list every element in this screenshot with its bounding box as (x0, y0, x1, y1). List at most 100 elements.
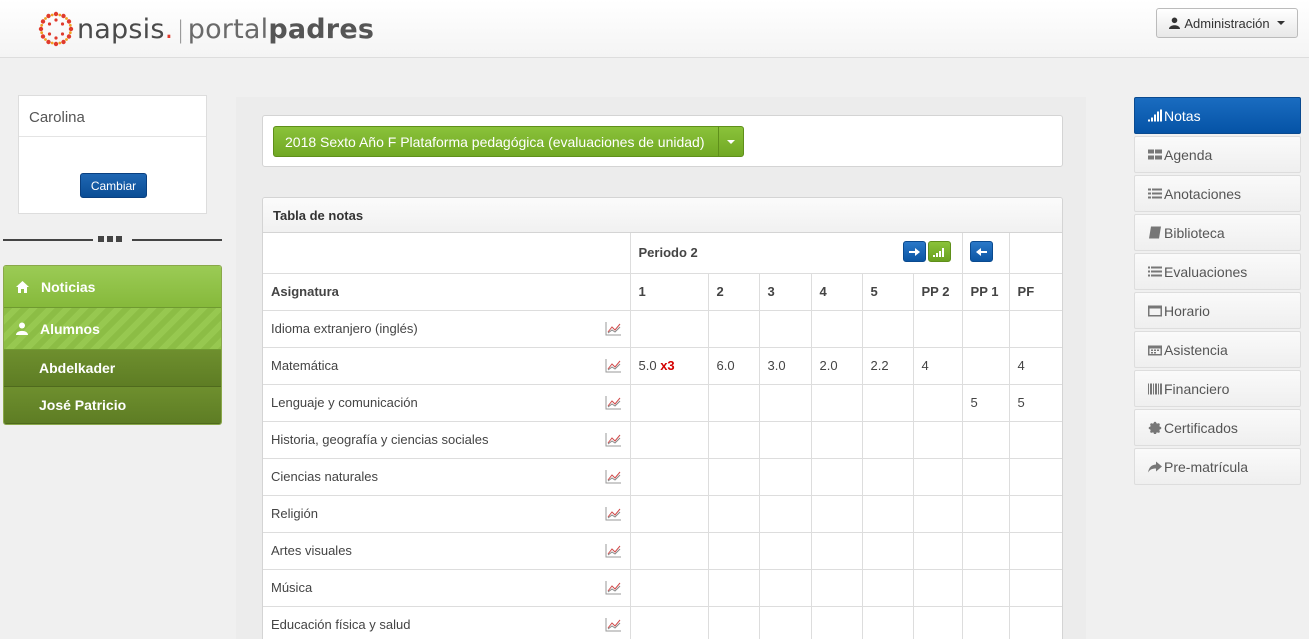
grade-cell (758, 310, 812, 348)
line-chart-icon[interactable] (605, 432, 621, 447)
grade-cell-pp2: 4 (912, 346, 963, 385)
right-nav-item-asistencia[interactable]: Asistencia (1134, 331, 1301, 368)
right-navigation: Notas Agenda Anotaciones Biblioteca Evaluaci… (1134, 97, 1301, 487)
line-chart-icon[interactable] (605, 469, 621, 484)
grade-cell-pf (1008, 420, 1062, 459)
right-nav-item-agenda[interactable]: Agenda (1134, 136, 1301, 173)
grade-cell (707, 420, 760, 459)
grade-cell (629, 383, 709, 422)
chart-button[interactable] (927, 241, 951, 262)
grade-cell (810, 420, 863, 459)
subject-column-header: Asignatura (263, 272, 631, 311)
grade-cell (861, 568, 914, 607)
logo-portal: portal (187, 13, 269, 45)
grades-title: Tabla de notas (263, 198, 1062, 233)
grade-cell (629, 457, 709, 496)
right-nav-item-pre-matr-cula[interactable]: Pre-matrícula (1134, 448, 1301, 485)
right-nav-item-financiero[interactable]: Financiero (1134, 370, 1301, 407)
year-course-dropdown-toggle[interactable] (718, 127, 743, 156)
grade-cell-pf: 5 (1008, 383, 1062, 422)
right-nav-item-label: Financiero (1164, 380, 1230, 397)
grade-cell (629, 310, 709, 348)
subject-name: Lenguaje y comunicación (271, 395, 418, 410)
grade-cell (861, 383, 914, 422)
grade-cell-pp1 (961, 568, 1010, 607)
subject-name: Educación física y salud (271, 617, 411, 632)
list-icon (1148, 266, 1162, 277)
grade-cell (629, 420, 709, 459)
subject-cell: Historia, geografía y ciencias sociales (263, 420, 631, 459)
chevron-down-icon (727, 139, 735, 144)
top-header: napsis. | portalpadres Administración (0, 0, 1309, 58)
grades-panel: Tabla de notas Periodo 2 Asignatura 1 2 … (262, 197, 1063, 639)
line-chart-icon[interactable] (605, 321, 621, 336)
logo-brand: napsis (77, 13, 165, 45)
grade-cell (629, 494, 709, 533)
grade-cell-pp2 (912, 383, 963, 422)
subject-cell: Educación física y salud (263, 605, 631, 639)
logo-padres: padres (268, 13, 375, 45)
subject-cell: Ciencias naturales (263, 457, 631, 496)
right-nav-item-label: Certificados (1164, 419, 1238, 436)
grade-cell-pp2 (912, 531, 963, 570)
right-nav-item-notas[interactable]: Notas (1134, 97, 1301, 134)
grade-cell-pp2 (912, 420, 963, 459)
right-nav-item-label: Agenda (1164, 146, 1213, 163)
grade-cell-pp1 (961, 605, 1010, 639)
grade-cell-pp1: 5 (961, 383, 1010, 422)
subject-name: Religión (271, 506, 318, 521)
year-selector-panel: 2018 Sexto Año F Plataforma pedagógica (… (262, 115, 1063, 167)
grade-cell-pf (1008, 531, 1062, 570)
line-chart-icon[interactable] (605, 395, 621, 410)
right-nav-item-biblioteca[interactable]: Biblioteca (1134, 214, 1301, 251)
subject-cell: Artes visuales (263, 531, 631, 570)
right-nav-item-horario[interactable]: Horario (1134, 292, 1301, 329)
right-nav-item-evaluaciones[interactable]: Evaluaciones (1134, 253, 1301, 290)
table-row: Música (263, 568, 1062, 607)
period-header: Periodo 2 (629, 233, 963, 274)
next-period-button[interactable] (902, 241, 926, 262)
subject-cell: Lenguaje y comunicación (263, 383, 631, 422)
grade-cell (629, 531, 709, 570)
year-course-dropdown[interactable]: 2018 Sexto Año F Plataforma pedagógica (… (273, 126, 744, 157)
calendar-icon (1148, 345, 1162, 356)
grade-cell (707, 457, 760, 496)
grade-cell-pf (1008, 310, 1062, 348)
grade-cell-pp2 (912, 568, 963, 607)
napsis-logo[interactable]: napsis. | portalpadres (37, 10, 374, 48)
subject-name: Ciencias naturales (271, 469, 378, 484)
nav-student-abdelkader[interactable]: Abdelkader (4, 350, 221, 387)
grade-cell (810, 568, 863, 607)
grade-cell-pp2 (912, 310, 963, 348)
user-panel: Carolina Cambiar (18, 95, 207, 214)
grades-table: Periodo 2 Asignatura 1 2 3 4 5 PP 2 PP 1… (263, 233, 1062, 639)
previous-period-button[interactable] (969, 241, 993, 262)
grade-cell (707, 605, 760, 639)
grade-cell (758, 605, 812, 639)
line-chart-icon[interactable] (605, 580, 621, 595)
share-arrow-icon (1148, 461, 1162, 473)
line-chart-icon[interactable] (605, 506, 621, 521)
grade-cell-pf: 4 (1008, 346, 1062, 385)
home-icon (16, 280, 29, 293)
table-row: Educación física y salud (263, 605, 1062, 639)
grade-cell-pp1 (961, 420, 1010, 459)
subject-name: Idioma extranjero (inglés) (271, 321, 418, 336)
right-nav-item-anotaciones[interactable]: Anotaciones (1134, 175, 1301, 212)
right-nav-item-label: Asistencia (1164, 341, 1228, 358)
grade-cell-pp2 (912, 494, 963, 533)
right-nav-item-certificados[interactable]: Certificados (1134, 409, 1301, 446)
cambiar-button[interactable]: Cambiar (80, 173, 147, 198)
administracion-label: Administración (1184, 15, 1270, 31)
line-chart-icon[interactable] (605, 358, 621, 373)
nav-student-jose-patricio[interactable]: José Patricio (4, 387, 221, 424)
grade-cell (707, 383, 760, 422)
grade-cell (861, 494, 914, 533)
column-header: PP 1 (961, 272, 1010, 311)
administracion-dropdown-button[interactable]: Administración (1156, 8, 1298, 38)
line-chart-icon[interactable] (605, 543, 621, 558)
nav-noticias[interactable]: Noticias (4, 266, 221, 308)
subject-name: Matemática (271, 358, 339, 373)
nav-alumnos[interactable]: Alumnos (4, 308, 221, 350)
line-chart-icon[interactable] (605, 617, 621, 632)
